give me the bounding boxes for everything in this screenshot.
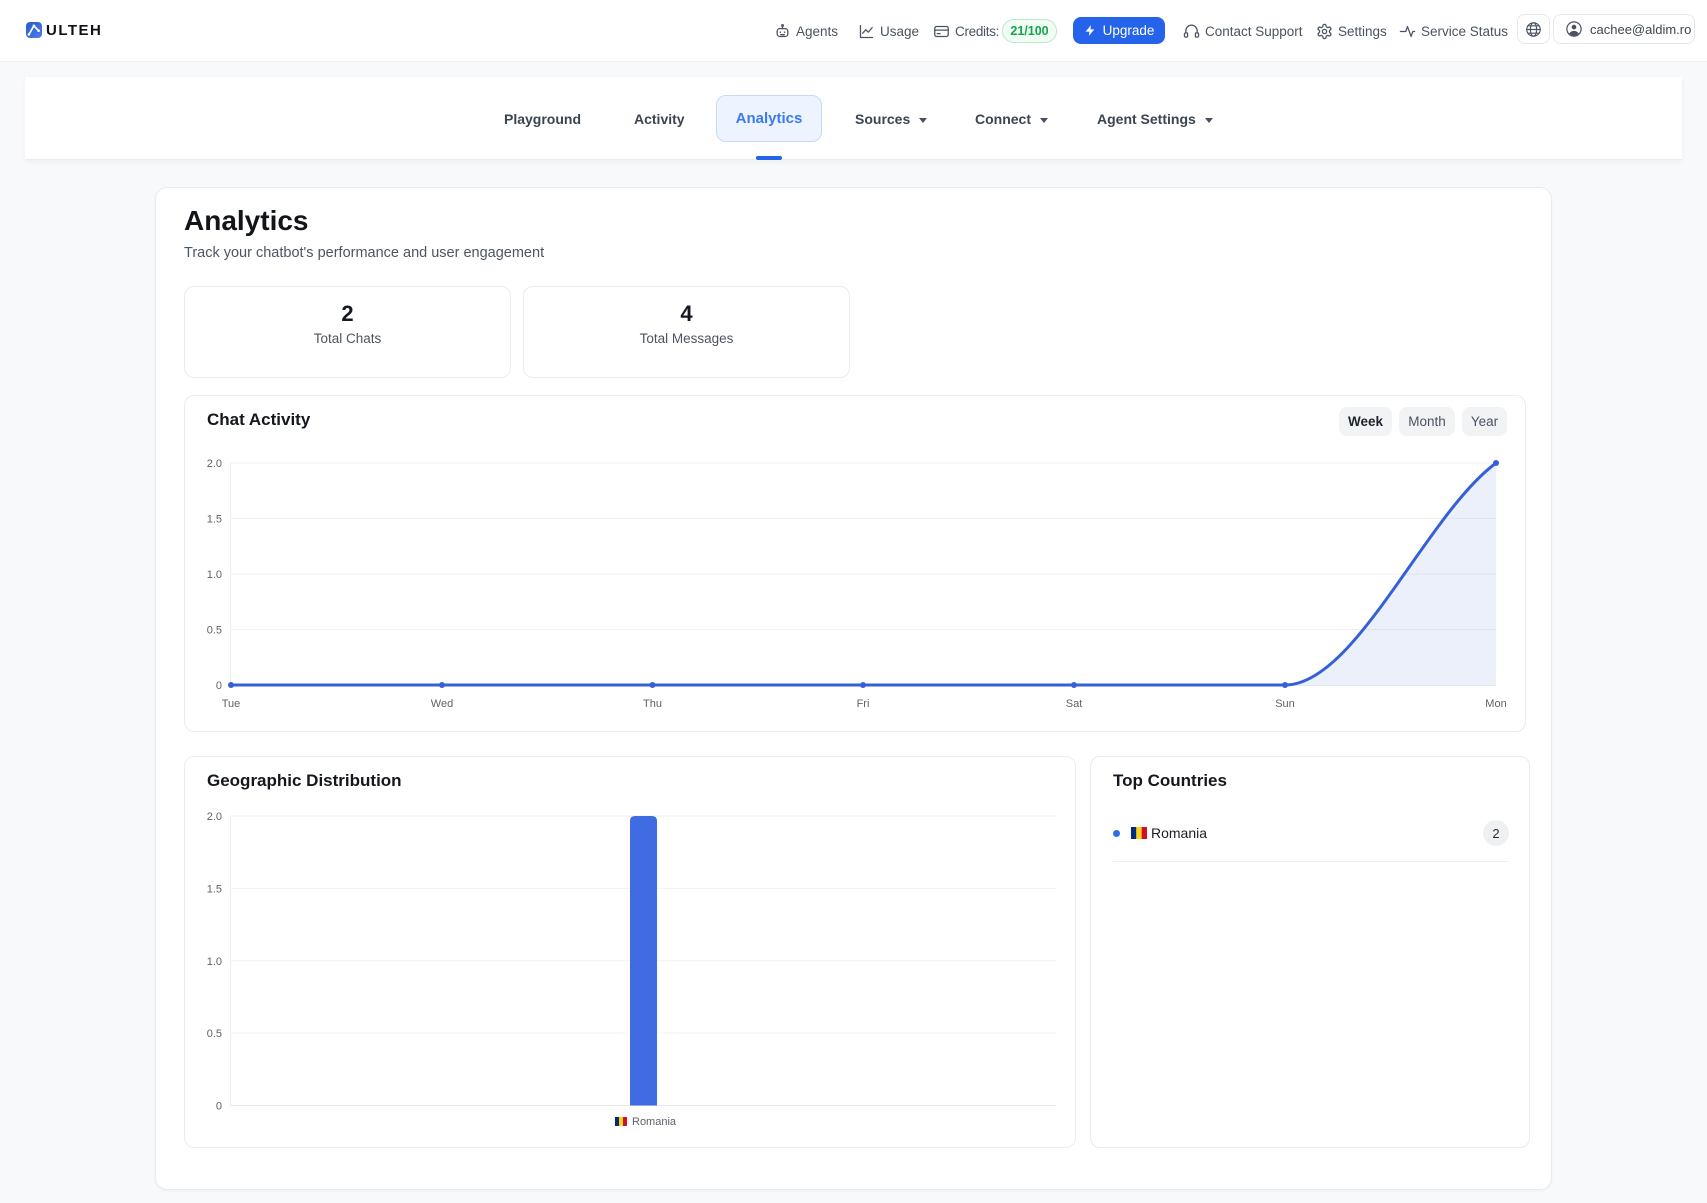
svg-text:Romania: Romania <box>632 1116 677 1128</box>
svg-text:2.0: 2.0 <box>207 458 222 470</box>
svg-text:0: 0 <box>216 1101 222 1113</box>
svg-text:Wed: Wed <box>431 698 453 710</box>
svg-text:0.5: 0.5 <box>207 1028 222 1040</box>
svg-text:1.0: 1.0 <box>207 956 222 968</box>
svg-text:Fri: Fri <box>857 698 870 710</box>
svg-text:0: 0 <box>216 680 222 692</box>
svg-text:Tue: Tue <box>222 698 241 710</box>
svg-text:Sat: Sat <box>1066 698 1083 710</box>
svg-text:1.5: 1.5 <box>207 883 222 895</box>
svg-text:2.0: 2.0 <box>207 811 222 823</box>
svg-text:1.0: 1.0 <box>207 569 222 581</box>
svg-text:0.5: 0.5 <box>207 625 222 637</box>
svg-text:Mon: Mon <box>1485 698 1506 710</box>
svg-text:Sun: Sun <box>1275 698 1295 710</box>
svg-text:Thu: Thu <box>643 698 662 710</box>
svg-text:1.5: 1.5 <box>207 514 222 526</box>
